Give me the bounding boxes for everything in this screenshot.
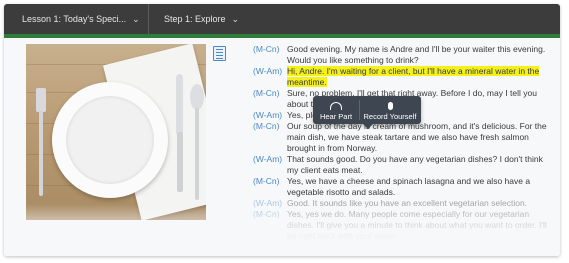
dialogue-text: Our soup of the day is cream of mushroom… [287, 121, 547, 153]
popup-caret [363, 124, 373, 129]
dialogue-text: Yes, we have a cheese and spinach lasagn… [287, 176, 531, 197]
plate [52, 82, 168, 198]
speaker-tag: (W-Am) [253, 66, 283, 76]
chevron-down-icon: ⌄ [231, 13, 240, 24]
lesson-content: (M-Cn) Good evening. My name is Andre an… [4, 38, 560, 256]
step-dropdown[interactable]: Step 1: Explore ⌄ [164, 4, 254, 34]
lesson-dropdown-label: Lesson 1: Today's Speci... [22, 14, 127, 24]
dialogue-line[interactable]: (M-Cn) Our soup of the day is cream of m… [253, 121, 553, 154]
dialogue-text: Good. It sounds like you have an excelle… [287, 198, 528, 208]
dialogue-text-highlighted: Hi, Andre. I'm waiting for a client, but… [287, 66, 540, 87]
app-frame: Lesson 1: Today's Speci... ⌄ Step 1: Exp… [4, 4, 560, 256]
fork [36, 88, 46, 112]
dialogue-line[interactable]: (M-Cn) Yes, we have a cheese and spinach… [253, 176, 553, 198]
headphones-icon [330, 102, 342, 110]
speaker-tag: (W-Am) [253, 154, 283, 164]
hear-part-label: Hear Part [319, 112, 353, 121]
dialogue-transcript: (M-Cn) Good evening. My name is Andre an… [253, 44, 553, 242]
dialogue-line[interactable]: (M-Cn) Yes, yes we do. Many people come … [253, 209, 553, 242]
speaker-tag: (M-Cn) [253, 88, 280, 98]
speaker-tag: (W-Am) [253, 110, 283, 120]
record-yourself-button[interactable]: Record Yourself [359, 96, 421, 124]
speaker-tag: (M-Cn) [253, 44, 280, 54]
dialogue-line[interactable]: (W-Am) Good. It sounds like you have an … [253, 198, 553, 209]
nav-divider [148, 4, 149, 34]
dialogue-line[interactable]: (M-Cn) Good evening. My name is Andre an… [253, 44, 553, 66]
dialogue-line[interactable]: (W-Am) That sounds good. Do you have any… [253, 154, 553, 176]
speaker-tag: (M-Cn) [253, 209, 280, 219]
place-setting-image [26, 44, 206, 220]
record-yourself-label: Record Yourself [363, 112, 417, 121]
dialogue-text: Yes, yes we do. Many people come especia… [287, 209, 547, 241]
speaker-tag: (M-Cn) [253, 121, 280, 131]
knife [176, 74, 183, 134]
transcript-icon[interactable] [213, 46, 226, 61]
microphone-icon [387, 102, 393, 110]
lesson-dropdown[interactable]: Lesson 1: Today's Speci... ⌄ [22, 4, 144, 34]
dialogue-line-selected[interactable]: (W-Am) Hi, Andre. I'm waiting for a clie… [253, 66, 553, 88]
top-nav-bar: Lesson 1: Today's Speci... ⌄ Step 1: Exp… [4, 4, 560, 38]
spoon [190, 84, 204, 110]
speaker-tag: (M-Cn) [253, 176, 280, 186]
dialogue-text: That sounds good. Do you have any vegeta… [287, 154, 543, 175]
chevron-down-icon: ⌄ [132, 13, 140, 24]
step-dropdown-label: Step 1: Explore [164, 14, 226, 24]
hear-part-button[interactable]: Hear Part [313, 96, 359, 124]
dialogue-text: Good evening. My name is Andre and I'll … [287, 44, 546, 65]
speaker-tag: (W-Am) [253, 198, 283, 208]
line-action-popup: Hear Part Record Yourself [313, 96, 421, 129]
